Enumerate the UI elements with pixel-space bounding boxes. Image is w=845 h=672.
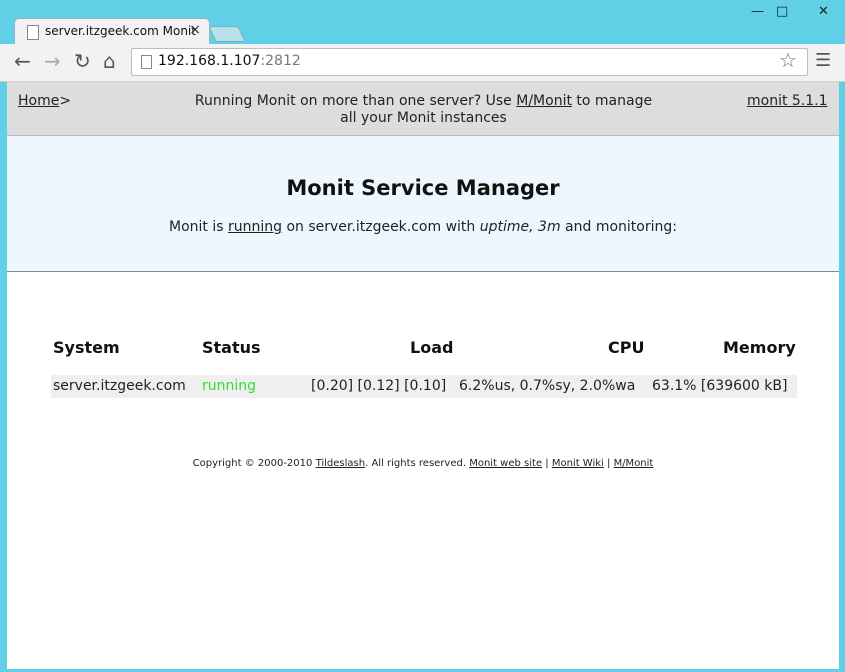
- url-text: 192.168.1.107:2812: [158, 53, 301, 69]
- copyright-suffix: . All rights reserved.: [365, 458, 470, 469]
- forward-icon[interactable]: →: [44, 50, 61, 72]
- close-tab-icon[interactable]: ×: [189, 22, 201, 38]
- maximize-button[interactable]: □: [776, 4, 788, 19]
- tildeslash-link[interactable]: Tildeslash: [316, 458, 366, 469]
- monit-site-link[interactable]: Monit web site: [469, 458, 542, 469]
- header-cpu: CPU: [608, 338, 645, 357]
- page-title: Monit Service Manager: [286, 176, 560, 200]
- page-icon: [141, 55, 152, 69]
- promo-prefix: Running Monit on more than one server? U…: [194, 93, 517, 109]
- new-tab-button[interactable]: [208, 26, 246, 42]
- monit-wiki-link[interactable]: Monit Wiki: [552, 458, 604, 469]
- home-icon[interactable]: ⌂: [103, 50, 116, 72]
- promo-text: Running Monit on more than one server? U…: [187, 93, 660, 127]
- uptime-text: uptime, 3m: [479, 219, 561, 235]
- status-running: running: [202, 378, 257, 394]
- status-line: Monit is running on server.itzgeek.com w…: [7, 219, 839, 235]
- system-link[interactable]: server.itzgeek.com: [53, 378, 186, 394]
- close-window-button[interactable]: ✕: [818, 4, 829, 19]
- browser-tab[interactable]: server.itzgeek.com Monit ×: [14, 18, 210, 45]
- back-icon[interactable]: ←: [14, 50, 31, 72]
- footer-sep: |: [542, 458, 552, 469]
- reload-icon[interactable]: ↻: [74, 50, 91, 72]
- page-viewport: Home> Running Monit on more than one ser…: [7, 82, 839, 669]
- header-system: System: [53, 338, 120, 357]
- load-value: [0.20] [0.12] [0.10]: [311, 378, 447, 394]
- header-memory: Memory: [723, 338, 796, 357]
- status-mid: on server.itzgeek.com with: [282, 219, 480, 235]
- breadcrumb-sep: >: [59, 93, 72, 109]
- footer-mmonit-link[interactable]: M/Monit: [614, 458, 654, 469]
- url-host: 192.168.1.107: [158, 53, 261, 69]
- address-bar[interactable]: 192.168.1.107:2812: [131, 48, 808, 76]
- status-prefix: Monit is: [169, 219, 228, 235]
- status-suffix: and monitoring:: [560, 219, 677, 235]
- version-link[interactable]: monit 5.1.1: [747, 93, 828, 109]
- url-port: :2812: [260, 53, 301, 69]
- footer: Copyright © 2000-2010 Tildeslash. All ri…: [7, 458, 839, 469]
- star-icon[interactable]: ☆: [779, 50, 797, 70]
- breadcrumb: Home>: [18, 93, 71, 109]
- tab-title: server.itzgeek.com Monit: [45, 24, 196, 38]
- window-titlebar: server.itzgeek.com Monit × — □ ✕: [0, 0, 845, 45]
- page-icon: [27, 25, 39, 40]
- table-row: server.itzgeek.com running [0.20] [0.12]…: [51, 375, 797, 398]
- home-link[interactable]: Home: [18, 93, 59, 109]
- footer-sep: |: [603, 458, 614, 469]
- header-status: Status: [202, 338, 261, 357]
- banner: Monit Service Manager Monit is running o…: [7, 136, 839, 272]
- header-load: Load: [410, 338, 454, 357]
- copyright-prefix: Copyright © 2000-2010: [192, 458, 316, 469]
- menu-icon[interactable]: ☰: [815, 52, 831, 70]
- cpu-value: 6.2%us, 0.7%sy, 2.0%wa: [459, 378, 636, 394]
- minimize-button[interactable]: —: [751, 4, 764, 19]
- running-link[interactable]: running: [228, 219, 282, 235]
- mmonit-link[interactable]: M/Monit: [516, 93, 572, 109]
- memory-value: 63.1% [639600 kB]: [652, 378, 788, 394]
- browser-toolbar: ← → ↻ ⌂ 192.168.1.107:2812 ☆ ☰: [0, 44, 845, 82]
- monit-header: Home> Running Monit on more than one ser…: [7, 82, 839, 136]
